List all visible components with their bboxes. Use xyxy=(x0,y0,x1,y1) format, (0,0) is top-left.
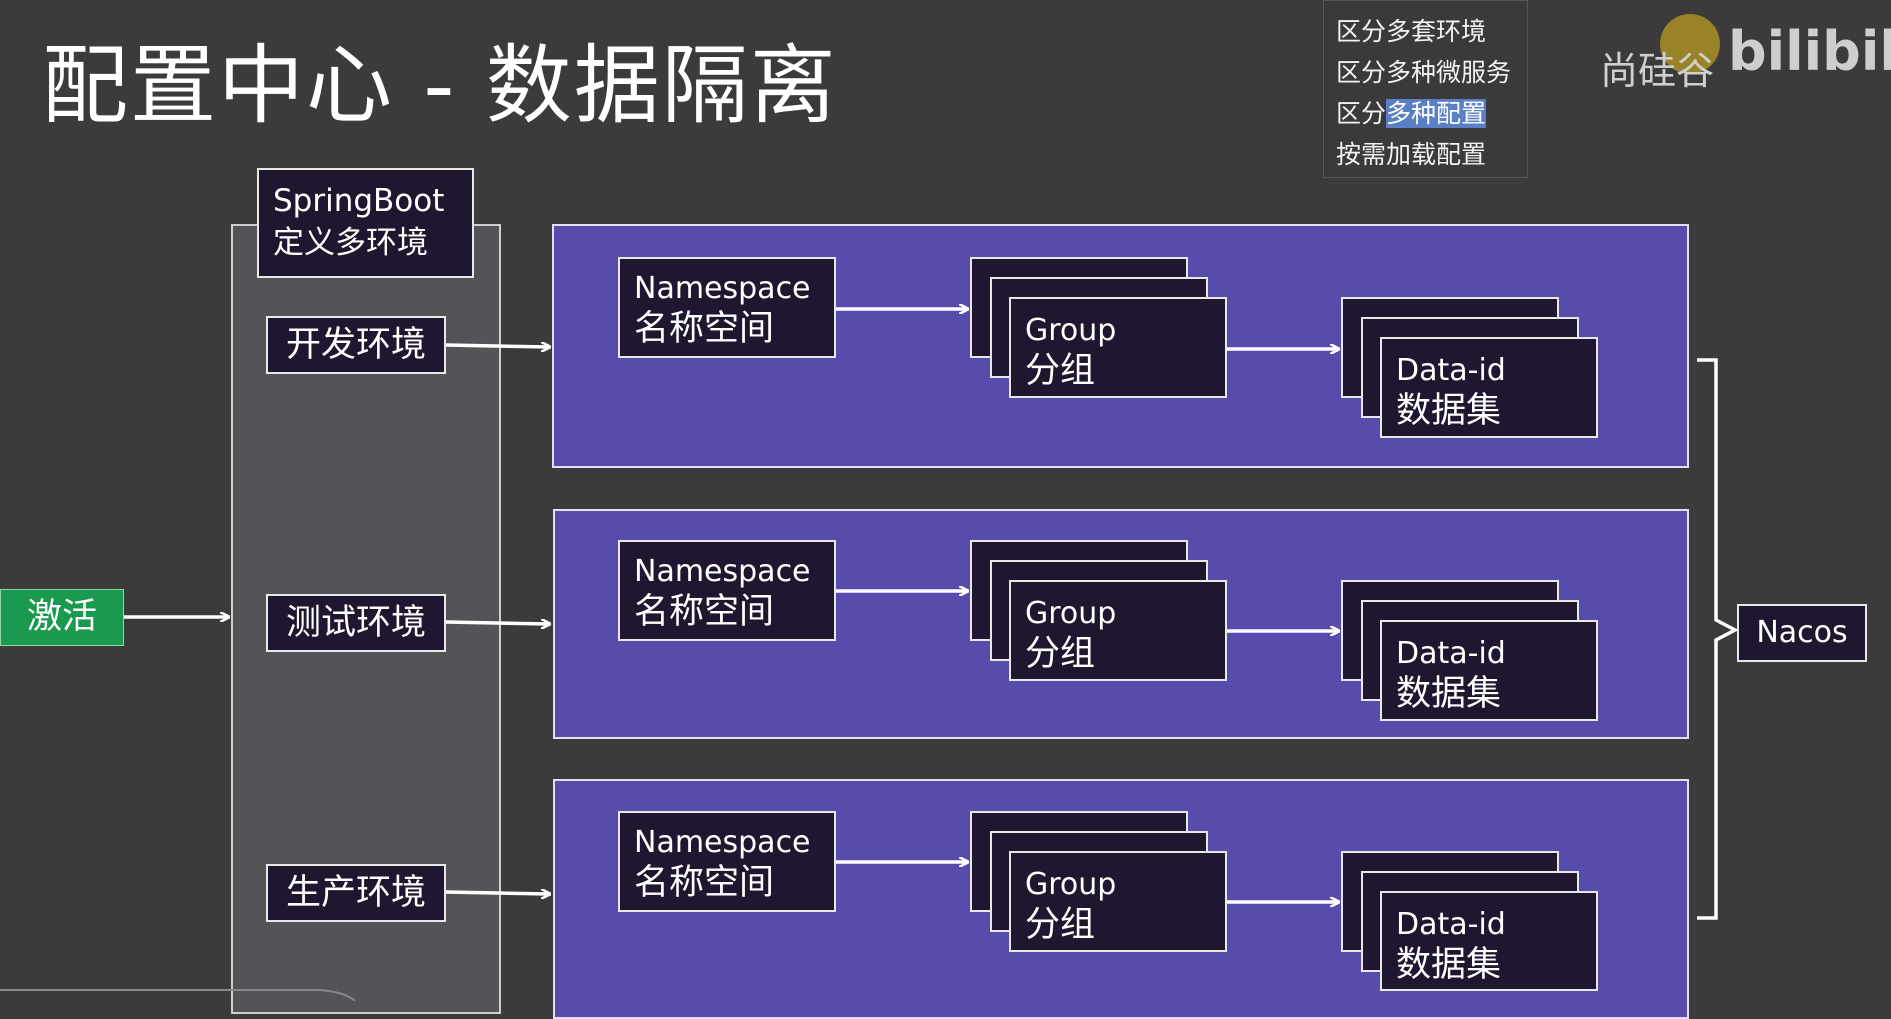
arrow-dev xyxy=(445,345,549,347)
arrow-prod xyxy=(445,892,549,894)
bottom-edge-curve xyxy=(0,989,356,1001)
nacos-brace xyxy=(1697,358,1739,920)
arrow-test xyxy=(445,622,549,624)
connector-lines xyxy=(0,0,1739,1001)
